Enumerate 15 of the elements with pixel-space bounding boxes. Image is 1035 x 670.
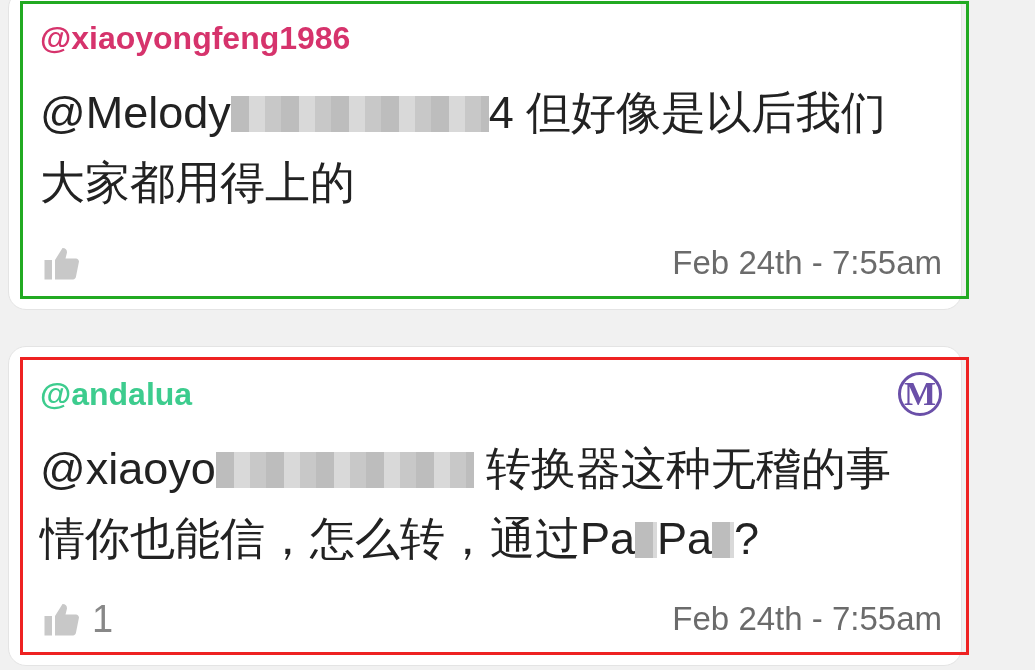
- comment-text: ?: [734, 513, 760, 564]
- comment-text: 情你也能信，怎么转，通过Pa: [40, 513, 636, 564]
- blurred-text: [712, 522, 735, 558]
- timestamp: Feb 24th - 7:55am: [672, 244, 942, 282]
- timestamp: Feb 24th - 7:55am: [672, 600, 942, 638]
- like-count: 1: [92, 597, 114, 641]
- blurred-text: [635, 522, 658, 558]
- comment-text: Pa: [657, 513, 713, 564]
- comment-text: 4 但好像是以后我们: [488, 87, 887, 138]
- comment-text: 转换器这种无稽的事: [485, 443, 892, 494]
- author-name[interactable]: @xiaoyongfeng1986: [40, 19, 351, 57]
- comment-text: 大家都用得上的: [40, 157, 355, 208]
- moderator-badge: M: [898, 372, 942, 416]
- comment-text: @Melody: [40, 87, 231, 138]
- comment-text: @xiaoyo: [40, 443, 216, 494]
